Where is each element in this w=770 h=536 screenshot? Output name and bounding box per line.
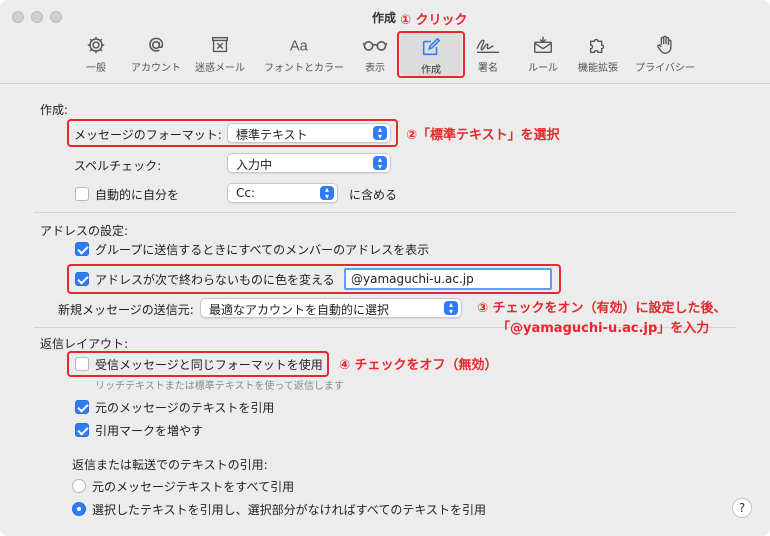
zoom-window-button[interactable]	[50, 11, 62, 23]
tab-accounts[interactable]: アカウント	[120, 34, 192, 76]
window-title: 作成	[372, 11, 397, 25]
show-group-members-checkbox[interactable]	[75, 242, 89, 256]
compose-section-label: 作成:	[40, 103, 69, 117]
tab-extensions[interactable]: 機能拡張	[562, 34, 634, 76]
quote-all-radio[interactable]	[72, 479, 86, 493]
rules-envelope-icon	[534, 36, 552, 54]
auto-cc-self-label: 自動的に自分を	[95, 188, 180, 202]
annotation-box-address-color	[67, 264, 561, 294]
minimize-window-button[interactable]	[31, 11, 43, 23]
address-section-label: アドレスの設定:	[40, 224, 129, 238]
tab-label: フォントとカラー	[264, 63, 344, 74]
popup-arrows-icon: ▴ ▾	[373, 156, 387, 171]
preferences-toolbar: 作成 一般 アカウント 迷惑メール Aa フォントとカラー 表示 作成 署名 ル…	[0, 0, 770, 84]
auto-cc-suffix: に含める	[349, 188, 398, 202]
help-button[interactable]: ?	[732, 498, 752, 518]
send-from-popup-value: 最適なアカウントを自動的に選択	[209, 303, 390, 317]
popup-arrows-icon: ▴ ▾	[320, 186, 334, 201]
quote-all-label: 元のメッセージテキストをすべて引用	[92, 480, 295, 494]
signature-icon	[476, 39, 499, 54]
tab-junk-mail[interactable]: 迷惑メール	[184, 34, 256, 76]
annotation-1: ① クリック	[400, 13, 468, 28]
puzzle-icon	[589, 38, 605, 54]
glasses-icon	[362, 41, 388, 51]
annotation-2: ②「標準テキスト」を選択	[406, 128, 560, 143]
auto-cc-popup-value: Cc:	[236, 186, 256, 200]
quote-selected-radio[interactable]	[72, 502, 86, 516]
same-format-description: リッチテキストまたは標準テキストを使って返信します	[95, 381, 344, 392]
show-group-members-label: グループに送信するときにすべてのメンバーのアドレスを表示	[95, 243, 430, 257]
junk-tray-icon	[211, 36, 229, 53]
spell-check-popup[interactable]: 入力中 ▴ ▾	[227, 153, 391, 173]
preferences-window: 作成 一般 アカウント 迷惑メール Aa フォントとカラー 表示 作成 署名 ル…	[0, 0, 770, 536]
send-from-label: 新規メッセージの送信元:	[58, 303, 194, 317]
quote-selected-label: 選択したテキストを引用し、選択部分がなければすべてのテキストを引用	[92, 503, 486, 517]
send-from-popup[interactable]: 最適なアカウントを自動的に選択 ▴ ▾	[200, 298, 462, 318]
reply-section-label: 返信レイアウト:	[40, 337, 129, 351]
section-divider	[34, 212, 736, 213]
annotation-box-compose-tab	[397, 31, 465, 78]
tab-label: アカウント	[131, 63, 181, 74]
annotation-3-line2: 「@yamaguchi-u.ac.jp」を入力	[497, 321, 710, 336]
annotation-4: ④ チェックをオフ（無効）	[339, 358, 498, 373]
gear-icon	[87, 36, 105, 54]
svg-text:Aa: Aa	[290, 39, 309, 55]
tab-label: 迷惑メール	[195, 63, 245, 74]
tab-label: プライバシー	[635, 63, 695, 74]
quote-original-label: 元のメッセージのテキストを引用	[95, 401, 275, 415]
spell-check-label: スペルチェック:	[74, 159, 162, 173]
auto-cc-self-checkbox[interactable]	[75, 187, 89, 201]
close-window-button[interactable]	[12, 11, 24, 23]
auto-cc-popup[interactable]: Cc: ▴ ▾	[227, 183, 338, 203]
increase-quote-level-label: 引用マークを増やす	[95, 424, 204, 438]
hand-icon	[657, 35, 672, 54]
annotation-box-same-format	[67, 351, 329, 377]
annotation-3-line1: ③ チェックをオン（有効）に設定した後、	[477, 301, 727, 316]
quoting-label: 返信または転送でのテキストの引用:	[72, 458, 268, 472]
tab-privacy[interactable]: プライバシー	[629, 34, 701, 76]
tab-label: 機能拡張	[578, 63, 618, 74]
annotation-box-format	[67, 119, 398, 147]
tab-fonts-colors[interactable]: Aa フォントとカラー	[264, 34, 344, 76]
increase-quote-level-checkbox[interactable]	[75, 423, 89, 437]
font-aa-icon: Aa	[290, 39, 309, 55]
at-sign-icon	[149, 37, 164, 52]
quote-original-checkbox[interactable]	[75, 400, 89, 414]
popup-arrows-icon: ▴ ▾	[444, 301, 458, 316]
spell-check-popup-value: 入力中	[236, 158, 273, 172]
